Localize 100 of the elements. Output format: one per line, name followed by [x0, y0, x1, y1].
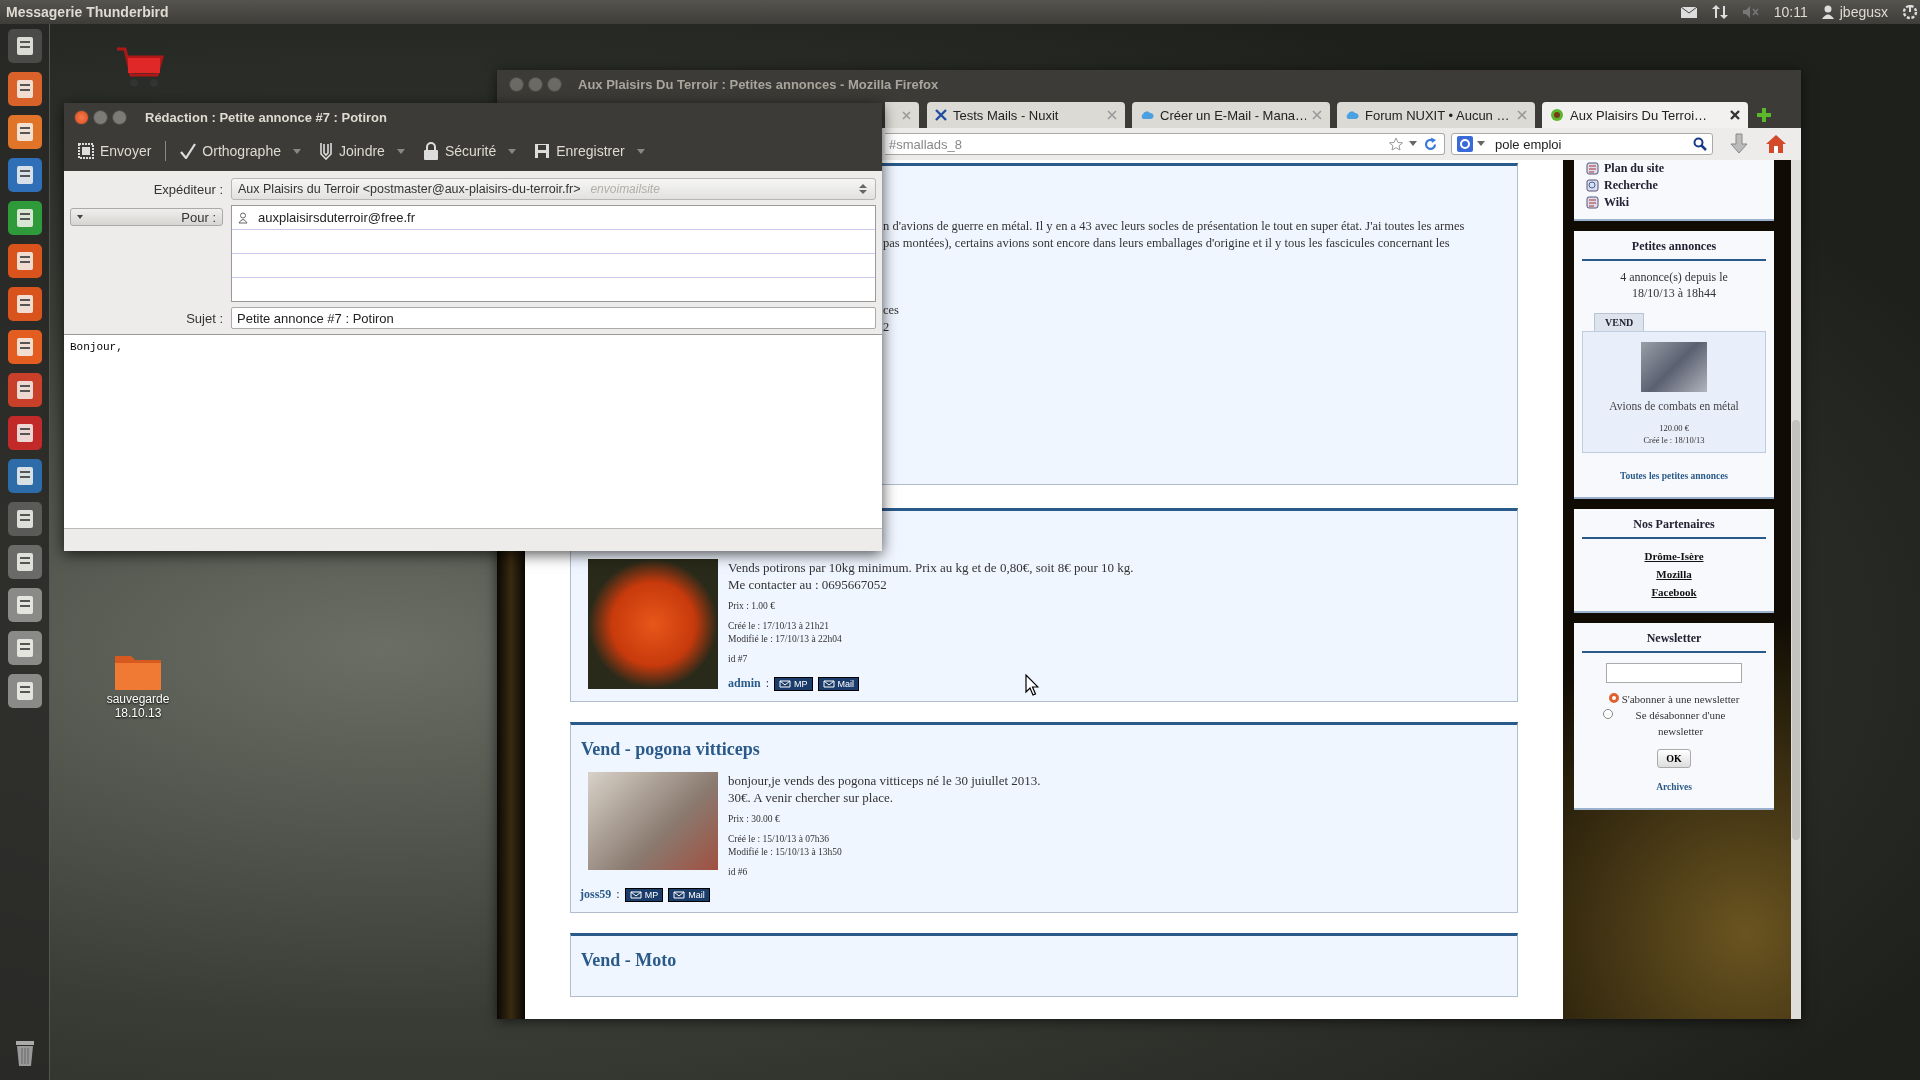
star-icon[interactable] [1389, 137, 1403, 151]
close-icon[interactable] [1730, 110, 1740, 120]
caret-icon [396, 148, 405, 154]
folder-label[interactable]: sauvegarde 18.10.13 [83, 692, 193, 720]
minimize-button[interactable] [93, 109, 108, 125]
listing-text: ces [883, 302, 899, 319]
radio-label[interactable]: S'abonner à une newsletter [1621, 691, 1740, 707]
ad-price: 120.00 € [1659, 422, 1689, 434]
listing-created-date: Créé le : 17/10/13 à 21h21 [728, 620, 830, 633]
download-arrow-icon[interactable] [1729, 133, 1749, 155]
document-icon[interactable] [6, 157, 43, 193]
author-link[interactable]: admin [728, 676, 761, 691]
listing-description: bonjour,je vends des pogona vitticeps né le 30 juiullet 2013. [728, 772, 1041, 789]
subject-label: Sujet : [185, 310, 223, 326]
listing-description: pas montées), certains avions sont encore dans leurs emballages d'origine et il y tous les fascicules concernant les [883, 235, 1451, 252]
contact-button[interactable]: Mail [668, 887, 710, 902]
sender-dropdown[interactable]: Aux Plaisirs du Terroir <postmaster@aux-plaisirs-du-terroir.fr> envoimailsite [231, 178, 876, 200]
identity-hint: envoimailsite [590, 182, 661, 196]
listing-modified-date: Modifié le : 15/10/13 à 13h50 [728, 846, 842, 859]
listing-price: Prix : 1.00 € [728, 600, 775, 613]
envelope-icon [673, 890, 686, 899]
address-field[interactable]: #smallads_8 [885, 133, 1445, 155]
partner-link[interactable]: Facebook [1651, 583, 1697, 601]
from-label: Expéditeur : [152, 181, 223, 197]
listing-description: Me contacter au : 0695667052 [728, 576, 887, 593]
message-body-field[interactable]: Bonjour, [64, 334, 882, 528]
user-icon[interactable] [1821, 5, 1834, 19]
listing-description: n d'avions de guerre en métal. Il y en a 43 avec leurs socles de présentation le tout en super état. J'ai toutes les armes [883, 218, 1466, 235]
subject-field[interactable]: Petite annonce #7 : Potiron [231, 307, 876, 329]
caret-icon[interactable] [1409, 141, 1417, 147]
caret-icon[interactable] [1477, 141, 1485, 147]
home-icon[interactable] [1765, 134, 1787, 154]
send-icon [78, 143, 94, 159]
envelope-icon[interactable] [1679, 5, 1698, 19]
separator-text: : [765, 676, 770, 691]
radio-button[interactable] [1608, 693, 1619, 703]
scrollbar[interactable] [1791, 160, 1801, 1019]
round-logo-icon [1550, 108, 1564, 122]
clock[interactable]: 10:11 [1773, 4, 1808, 20]
caret-icon [77, 215, 83, 219]
browser-tab[interactable]: Forum NUXIT • Aucun … [1337, 102, 1535, 128]
archives-link[interactable]: Archives [1656, 782, 1692, 792]
new-tab-button[interactable] [1755, 106, 1773, 124]
search-engine-icon[interactable] [1457, 136, 1473, 152]
sidebar-link[interactable]: Recherche [1586, 177, 1658, 194]
contact-button[interactable]: MP [774, 676, 813, 691]
sidebar-link[interactable]: Plan du site [1586, 160, 1664, 177]
radio-label[interactable]: Se désabonner d'une newsletter [1615, 707, 1746, 739]
caret-icon [292, 148, 301, 154]
category-tab[interactable]: VEND [1594, 313, 1645, 331]
send-button[interactable]: Envoyer [72, 139, 158, 163]
network-arrows-icon[interactable] [1711, 4, 1728, 20]
browser-tab[interactable]: Créer un E-Mail - Mana… [1132, 102, 1330, 128]
attach-button[interactable]: Joindre [312, 138, 411, 164]
sidebar-link[interactable]: Wiki [1586, 194, 1630, 211]
ad-title[interactable]: Avions de combats en métal [1609, 400, 1739, 412]
search-field[interactable]: pole emploi [1451, 133, 1713, 155]
spelling-button[interactable]: Orthographe [174, 139, 307, 163]
caret-icon [636, 148, 645, 154]
browser-tab[interactable]: Tests Mails - Nuxit [927, 102, 1125, 128]
check-mark-icon [180, 143, 197, 159]
contact-button[interactable]: Mail [817, 676, 860, 691]
security-button[interactable]: Sécurité [416, 138, 523, 164]
listing-modified-date: Modifié le : 17/10/13 à 22h04 [728, 633, 842, 646]
photo-placeholder [1641, 342, 1707, 392]
clipboard-icon [1586, 196, 1599, 209]
padlock-icon [422, 142, 439, 160]
listing-description: 30€. A venir chercher sur place. [728, 789, 893, 806]
caret-icon [508, 148, 517, 154]
contact-button[interactable]: MP [624, 887, 664, 902]
maximize-button[interactable] [112, 109, 127, 125]
spinner-arrows-icon [859, 183, 867, 195]
search-icon[interactable] [1693, 137, 1707, 151]
mouse-pointer-icon [1025, 674, 1039, 696]
reload-icon[interactable] [1423, 136, 1438, 152]
ok-button[interactable]: OK [1657, 749, 1691, 768]
recipient-field[interactable]: auxplaisirsduterroir@free.fr [232, 206, 875, 230]
partner-link[interactable]: Drôme-Isère [1644, 547, 1704, 565]
envelope-icon [779, 679, 792, 688]
cloud-icon [1345, 110, 1359, 120]
listing-title[interactable]: Vend - Moto [571, 936, 1517, 983]
recipient-type-button[interactable]: Pour : [70, 208, 223, 226]
listing-title[interactable]: Vend - pogona vitticeps [571, 725, 1517, 772]
close-button[interactable] [74, 109, 89, 125]
partner-link[interactable]: Mozilla [1656, 565, 1692, 583]
panel-heading: Newsletter [1582, 631, 1766, 653]
x-mark-icon [935, 109, 947, 121]
power-gear-icon[interactable] [1902, 4, 1918, 20]
envelope-icon [822, 679, 835, 688]
envelope-icon [629, 890, 642, 899]
save-button[interactable]: Enregistrer [528, 139, 651, 163]
listing-id: id #7 [728, 653, 748, 666]
radio-button[interactable] [1602, 709, 1613, 719]
all-ads-link[interactable]: Toutes les petites annonces [1619, 471, 1729, 481]
author-link[interactable]: joss59 [580, 887, 612, 902]
user-name[interactable]: jbegusx [1839, 4, 1888, 20]
paperclip-icon [318, 142, 333, 160]
email-input-field[interactable] [1606, 663, 1742, 683]
app-icon[interactable] [6, 329, 43, 365]
browser-tab[interactable]: Aux Plaisirs Du Terroi… [1542, 102, 1748, 128]
